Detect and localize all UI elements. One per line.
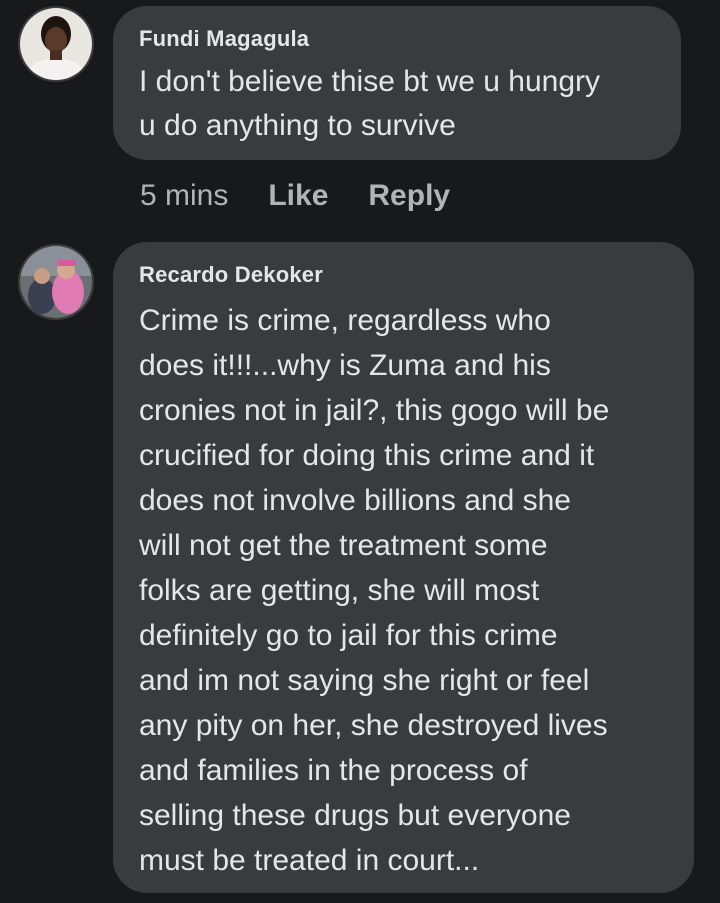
like-button[interactable]: Like xyxy=(268,179,328,213)
comment-text: I don't believe thise bt we u hungry u d… xyxy=(139,65,601,142)
avatar-photo-recardo xyxy=(20,246,92,318)
comment-bubble: Recardo Dekoker Crime is crime, regardle… xyxy=(113,242,694,893)
avatar-photo-fundi xyxy=(20,8,92,80)
comment-text: Crime is crime, regardless who does it!!… xyxy=(139,304,610,877)
avatar[interactable] xyxy=(18,244,94,320)
avatar[interactable] xyxy=(18,6,94,82)
comment-author[interactable]: Fundi Magagula xyxy=(139,26,655,52)
comment-actions: 5 mins Like Reply xyxy=(140,178,450,214)
reply-button[interactable]: Reply xyxy=(368,179,450,213)
comment-timestamp[interactable]: 5 mins xyxy=(140,179,228,213)
comment-author[interactable]: Recardo Dekoker xyxy=(139,262,668,288)
comment-bubble: Fundi Magagula I don't believe thise bt … xyxy=(113,6,681,160)
